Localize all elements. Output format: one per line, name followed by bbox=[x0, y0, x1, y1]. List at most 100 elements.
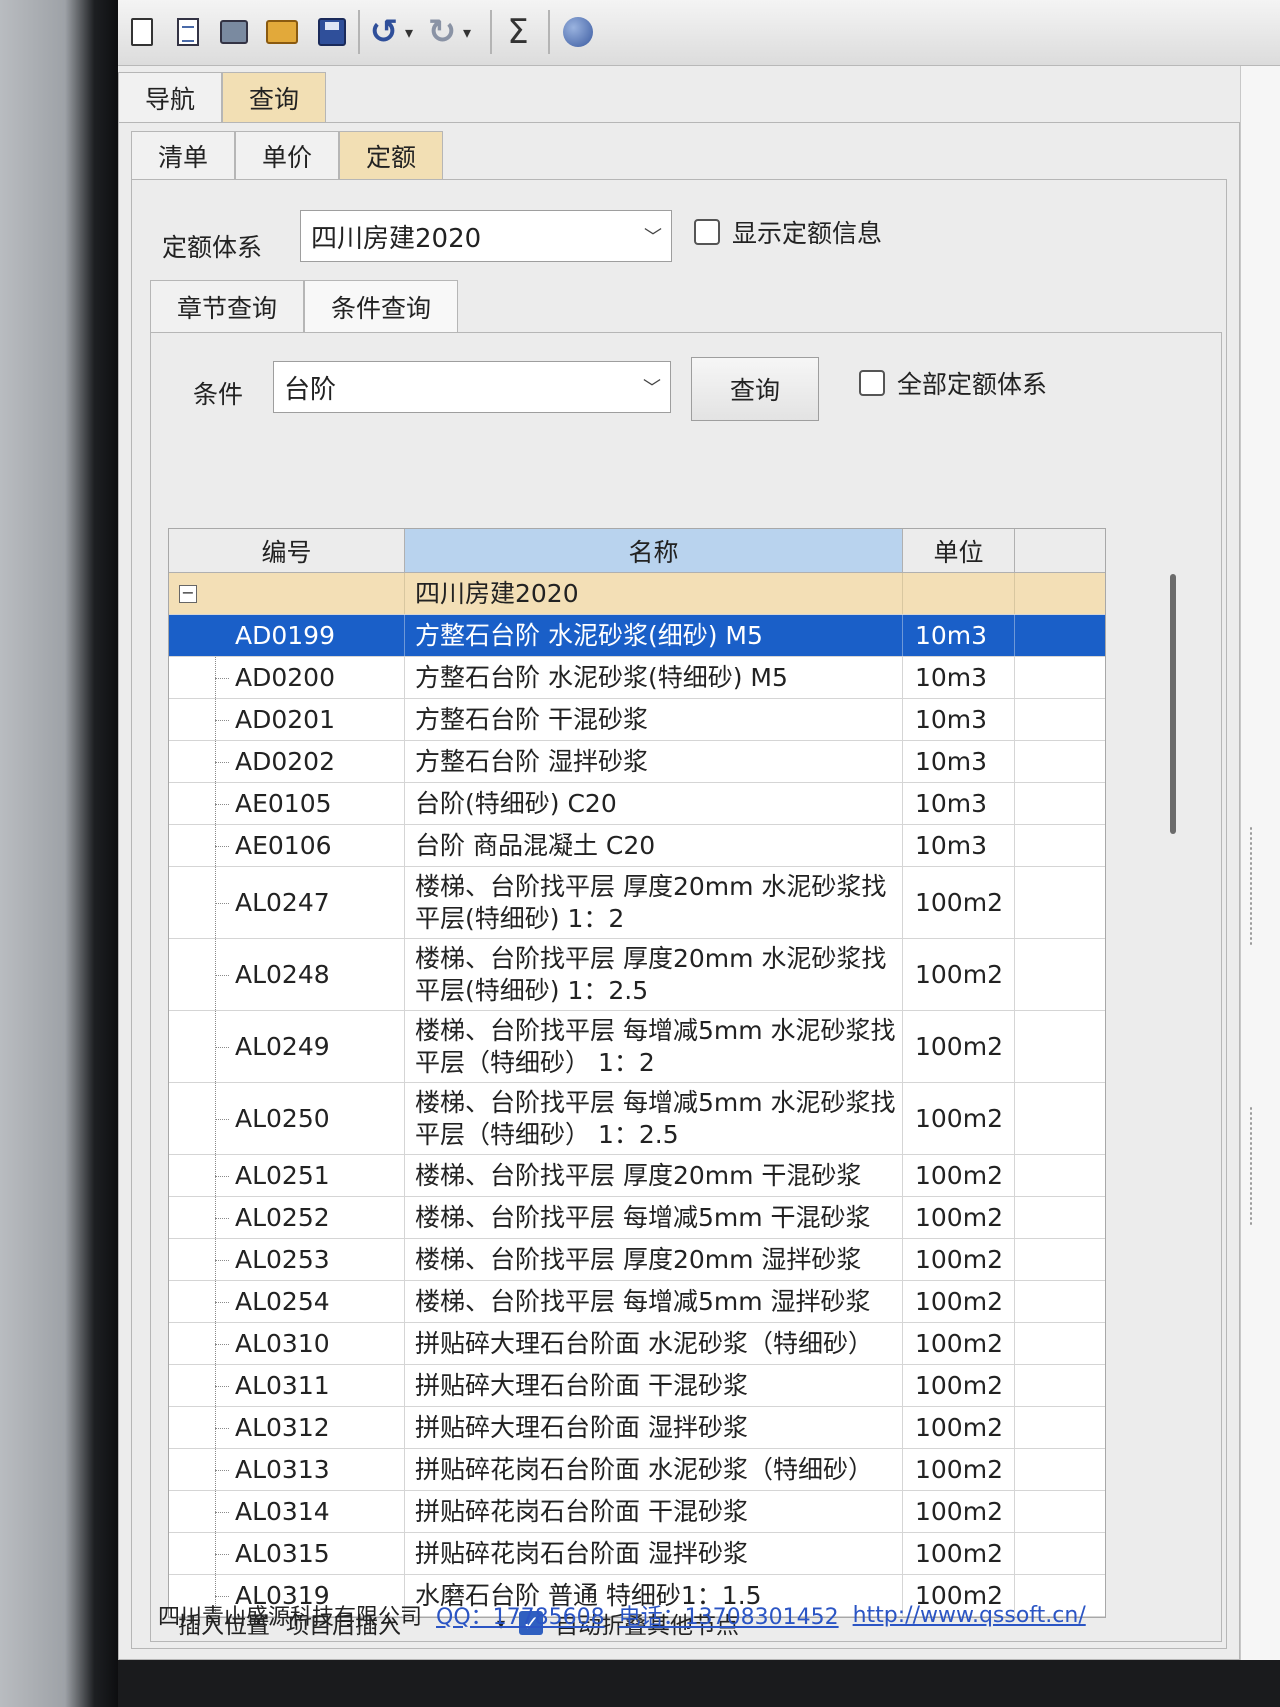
table-row[interactable]: AL0311 拼贴碎大理石台阶面 干混砂浆 100m2 bbox=[169, 1365, 1105, 1407]
table-row[interactable]: AL0253 楼梯、台阶找平层 厚度20mm 湿拌砂浆 100m2 bbox=[169, 1239, 1105, 1281]
website-link[interactable]: http://www.qssoft.cn/ bbox=[853, 1603, 1086, 1628]
quota-unit: 100m2 bbox=[903, 1239, 1015, 1280]
quota-unit: 10m3 bbox=[903, 699, 1015, 740]
tab-unit-price[interactable]: 单价 bbox=[235, 131, 340, 179]
open-folder-icon bbox=[266, 20, 298, 44]
quota-name: 楼梯、台阶找平层 每增减5mm 干混砂浆 bbox=[405, 1197, 903, 1238]
tab-chapter-query[interactable]: 章节查询 bbox=[150, 280, 305, 332]
quota-code: AL0250 bbox=[169, 1083, 405, 1154]
condition-label: 条件 bbox=[193, 380, 244, 409]
phone-link[interactable]: 电话：13708301452 bbox=[619, 1599, 839, 1631]
globe-button[interactable] bbox=[560, 14, 596, 50]
table-row[interactable]: AL0247 楼梯、台阶找平层 厚度20mm 水泥砂浆找平层(特细砂) 1：2 10… bbox=[169, 867, 1105, 939]
table-row[interactable]: AD0202 方整石台阶 湿拌砂浆 10m3 bbox=[169, 741, 1105, 783]
toolbar-separator bbox=[358, 10, 360, 54]
quota-name: 方整石台阶 干混砂浆 bbox=[405, 699, 903, 740]
collapse-icon[interactable]: − bbox=[179, 584, 197, 603]
table-row[interactable]: AL0313 拼贴碎花岗石台阶面 水泥砂浆（特细砂） 100m2 bbox=[169, 1449, 1105, 1491]
new-doc-button[interactable] bbox=[124, 14, 160, 50]
print-button[interactable] bbox=[216, 14, 252, 50]
quota-code: AL0315 bbox=[169, 1533, 405, 1574]
quota-name: 拼贴碎大理石台阶面 水泥砂浆（特细砂） bbox=[405, 1323, 903, 1364]
quota-unit: 10m3 bbox=[903, 657, 1015, 698]
open-button[interactable] bbox=[264, 14, 300, 50]
quota-unit: 100m2 bbox=[903, 1083, 1015, 1154]
all-systems-checkbox[interactable]: 全部定额体系 bbox=[859, 365, 1047, 401]
tree-line bbox=[215, 761, 229, 763]
table-row[interactable]: AE0106 台阶 商品混凝土 C20 10m3 bbox=[169, 825, 1105, 867]
table-row[interactable]: AE0105 台阶(特细砂) C20 10m3 bbox=[169, 783, 1105, 825]
quota-code-text: AD0202 bbox=[235, 747, 335, 776]
quota-system-select[interactable]: 四川房建2020 ﹀ bbox=[300, 210, 672, 262]
table-row[interactable]: AL0310 拼贴碎大理石台阶面 水泥砂浆（特细砂） 100m2 bbox=[169, 1323, 1105, 1365]
qq-link[interactable]: QQ：17785608 bbox=[436, 1599, 605, 1631]
tab-query[interactable]: 查询 bbox=[222, 72, 327, 122]
column-header-unit[interactable]: 单位 bbox=[903, 529, 1015, 572]
table-row[interactable]: AL0254 楼梯、台阶找平层 每增减5mm 湿拌砂浆 100m2 bbox=[169, 1281, 1105, 1323]
quota-code-text: AL0251 bbox=[235, 1161, 330, 1190]
table-row[interactable]: AL0248 楼梯、台阶找平层 厚度20mm 水泥砂浆找平层(特细砂) 1：2.5… bbox=[169, 939, 1105, 1011]
quota-code-text: AL0310 bbox=[235, 1329, 330, 1358]
table-row[interactable]: AD0200 方整石台阶 水泥砂浆(特细砂) M5 10m3 bbox=[169, 657, 1105, 699]
show-quota-info-checkbox[interactable]: 显示定额信息 bbox=[694, 214, 882, 250]
query-button[interactable]: 查询 bbox=[691, 357, 819, 421]
quota-code-text: AE0106 bbox=[235, 831, 332, 860]
tree-line bbox=[215, 974, 229, 976]
results-grid: 编号 名称 单位 − 四川房建2020 AD0199 方整石台阶 水泥砂浆(细砂)… bbox=[168, 528, 1106, 1618]
table-row[interactable]: AL0252 楼梯、台阶找平层 每增减5mm 干混砂浆 100m2 bbox=[169, 1197, 1105, 1239]
quota-unit: 100m2 bbox=[903, 1491, 1015, 1532]
redo-dropdown[interactable]: ▾ bbox=[456, 14, 478, 50]
group-row[interactable]: − 四川房建2020 bbox=[169, 573, 1105, 615]
tab-bill[interactable]: 清单 bbox=[131, 131, 236, 179]
splitter-handle[interactable] bbox=[1249, 826, 1253, 946]
redo-icon: ↻ bbox=[427, 12, 457, 52]
vertical-scrollbar-thumb[interactable] bbox=[1170, 574, 1176, 834]
tree-line bbox=[215, 845, 229, 847]
company-name: 四川青山盛源科技有限公司 bbox=[158, 1605, 423, 1630]
quota-code-text: AL0250 bbox=[235, 1104, 330, 1133]
quota-unit: 10m3 bbox=[903, 825, 1015, 866]
sub-tabs: 清单 单价 定额 bbox=[131, 131, 444, 179]
tab-navigation[interactable]: 导航 bbox=[118, 72, 223, 122]
chevron-down-icon: ﹀ bbox=[644, 227, 662, 248]
sum-icon: Σ bbox=[507, 12, 529, 52]
table-row[interactable]: AL0314 拼贴碎花岗石台阶面 干混砂浆 100m2 bbox=[169, 1491, 1105, 1533]
quota-unit: 10m3 bbox=[903, 741, 1015, 782]
save-button[interactable] bbox=[314, 14, 350, 50]
tab-condition-query[interactable]: 条件查询 bbox=[304, 280, 459, 332]
quota-code-text: AD0201 bbox=[235, 705, 335, 734]
column-header-name[interactable]: 名称 bbox=[405, 529, 903, 572]
undo-button[interactable]: ↺ bbox=[366, 14, 402, 50]
group-code-cell: − bbox=[169, 573, 405, 614]
undo-dropdown[interactable]: ▾ bbox=[398, 14, 420, 50]
chevron-down-icon: ▾ bbox=[462, 22, 472, 42]
tab-quota[interactable]: 定额 bbox=[339, 131, 444, 179]
table-row[interactable]: AL0249 楼梯、台阶找平层 每增减5mm 水泥砂浆找平层（特细砂） 1：2 10… bbox=[169, 1011, 1105, 1083]
quota-unit: 100m2 bbox=[903, 1011, 1015, 1082]
status-footer: 四川青山盛源科技有限公司 QQ：17785608 电话：13708301452 … bbox=[158, 1598, 1258, 1632]
doc-button[interactable] bbox=[170, 14, 206, 50]
column-header-code[interactable]: 编号 bbox=[169, 529, 405, 572]
table-row[interactable]: AL0250 楼梯、台阶找平层 每增减5mm 水泥砂浆找平层（特细砂） 1：2.5… bbox=[169, 1083, 1105, 1155]
quota-name: 楼梯、台阶找平层 每增减5mm 水泥砂浆找平层（特细砂） 1：2.5 bbox=[405, 1083, 903, 1154]
sum-button[interactable]: Σ bbox=[500, 12, 536, 52]
condition-value: 台阶 bbox=[284, 374, 337, 405]
condition-select[interactable]: 台阶 ﹀ bbox=[273, 361, 671, 413]
quota-unit: 10m3 bbox=[903, 615, 1015, 656]
quota-code: AL0253 bbox=[169, 1239, 405, 1280]
app-window: ↺ ▾ ↻ ▾ Σ 导航 查询 清单 单价 定额 定额体系 四川房建2020 ﹀… bbox=[118, 0, 1280, 1660]
redo-button[interactable]: ↻ bbox=[424, 14, 460, 50]
table-row[interactable]: AL0312 拼贴碎大理石台阶面 湿拌砂浆 100m2 bbox=[169, 1407, 1105, 1449]
quota-unit: 100m2 bbox=[903, 867, 1015, 938]
table-row-selected[interactable]: AD0199 方整石台阶 水泥砂浆(细砂) M5 10m3 bbox=[169, 615, 1105, 657]
tree-line bbox=[215, 803, 229, 805]
group-unit-cell bbox=[903, 573, 1015, 614]
quota-name: 拼贴碎花岗石台阶面 湿拌砂浆 bbox=[405, 1533, 903, 1574]
quota-system-label: 定额体系 bbox=[162, 233, 263, 262]
table-row[interactable]: AL0251 楼梯、台阶找平层 厚度20mm 干混砂浆 100m2 bbox=[169, 1155, 1105, 1197]
table-row[interactable]: AD0201 方整石台阶 干混砂浆 10m3 bbox=[169, 699, 1105, 741]
tree-line bbox=[215, 1301, 229, 1303]
table-row[interactable]: AL0315 拼贴碎花岗石台阶面 湿拌砂浆 100m2 bbox=[169, 1533, 1105, 1575]
monitor-bezel-left bbox=[0, 0, 118, 1707]
splitter-handle[interactable] bbox=[1249, 1106, 1253, 1226]
